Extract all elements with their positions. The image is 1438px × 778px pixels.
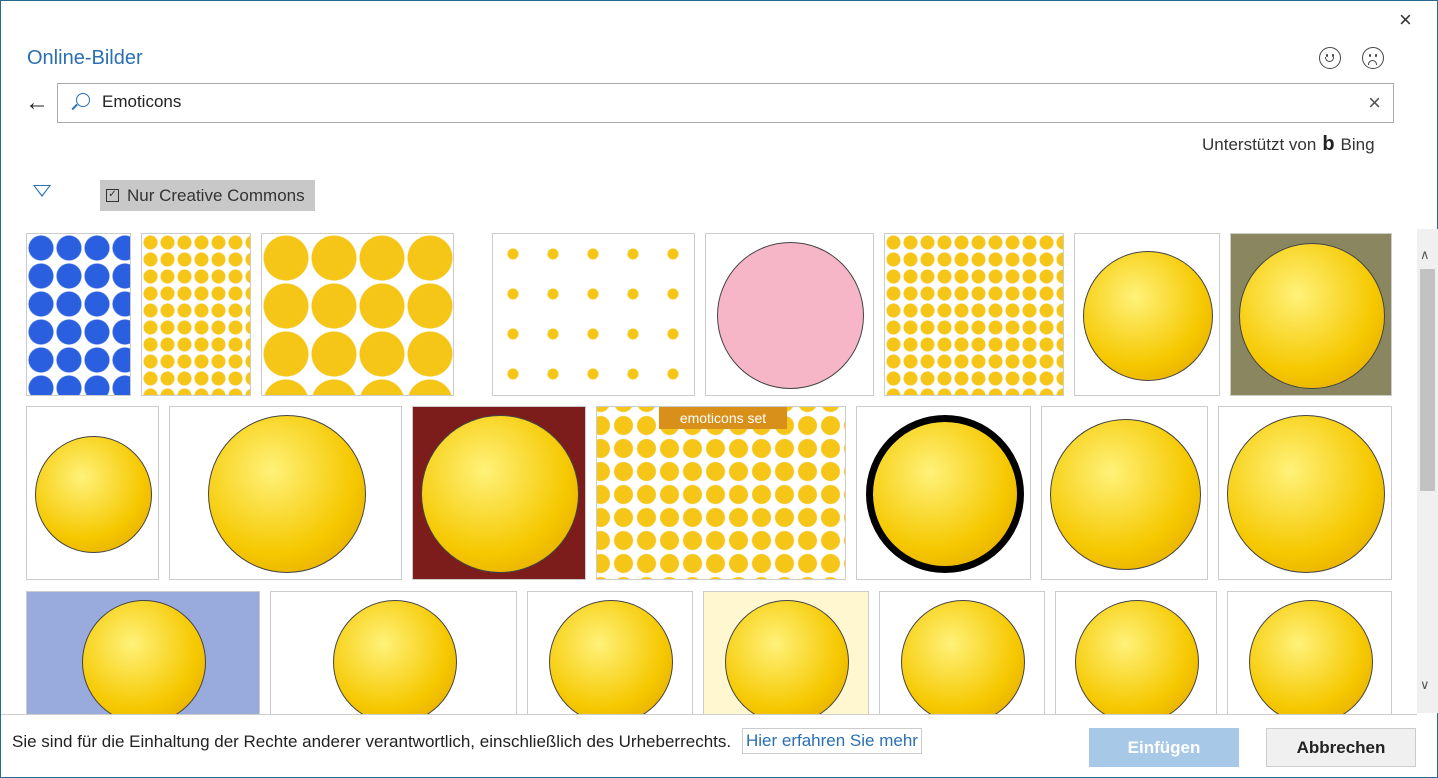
creative-commons-label: Nur Creative Commons	[127, 185, 305, 205]
back-button[interactable]: ←	[25, 89, 49, 117]
image-result[interactable]	[26, 233, 131, 396]
image-result[interactable]	[703, 591, 869, 714]
image-result[interactable]	[270, 591, 517, 714]
emoticon-face-icon	[725, 600, 849, 714]
image-caption: emoticons set	[659, 407, 787, 429]
emoticon-face-icon	[1248, 600, 1373, 714]
filter-icon[interactable]	[33, 185, 51, 197]
frown-feedback-icon[interactable]	[1362, 47, 1384, 69]
emoticon-face-icon	[717, 242, 864, 389]
bing-logo-icon: b	[1322, 133, 1335, 155]
search-input[interactable]	[102, 92, 1302, 112]
clear-search-button[interactable]: ×	[1368, 90, 1381, 116]
scrollbar-thumb[interactable]	[1420, 269, 1435, 491]
learn-more-link[interactable]: Hier erfahren Sie mehr	[742, 728, 922, 754]
search-box: ×	[57, 83, 1394, 123]
emoticon-face-icon	[35, 435, 152, 553]
dialog-title: Online-Bilder	[27, 47, 143, 69]
image-result[interactable]	[527, 591, 693, 714]
emoticon-face-icon	[549, 600, 673, 714]
image-result[interactable]	[705, 233, 874, 396]
image-result[interactable]	[492, 233, 695, 396]
image-results-grid: emoticons set	[1, 227, 1413, 714]
legal-notice: Sie sind für die Einhaltung der Rechte a…	[12, 732, 732, 751]
image-result[interactable]	[1074, 233, 1220, 396]
image-result[interactable]	[141, 233, 251, 396]
emoticon-face-icon	[332, 600, 457, 714]
image-result[interactable]	[169, 406, 402, 580]
emoticon-face-icon	[1050, 418, 1201, 570]
image-result[interactable]	[26, 406, 159, 580]
emoticon-face-icon	[207, 415, 366, 573]
image-result[interactable]	[1055, 591, 1217, 714]
image-result[interactable]	[412, 406, 586, 580]
emoticon-face-icon	[82, 600, 206, 714]
image-result[interactable]	[879, 591, 1045, 714]
emoticon-face-icon	[1075, 600, 1199, 714]
powered-by-bing: Unterstützt von b Bing	[1202, 133, 1375, 156]
creative-commons-checkbox[interactable]: ✓ Nur Creative Commons	[100, 180, 315, 211]
close-button[interactable]: ×	[1399, 7, 1412, 33]
emoticon-face-icon	[421, 415, 579, 573]
image-result[interactable]	[884, 233, 1064, 396]
checkbox-icon: ✓	[106, 189, 119, 202]
image-result[interactable]	[856, 406, 1031, 580]
image-result[interactable]	[26, 591, 260, 714]
scroll-down-icon[interactable]: ∨	[1420, 677, 1430, 693]
scroll-up-icon[interactable]: ∧	[1420, 247, 1430, 263]
smiley-feedback-icon[interactable]	[1319, 47, 1341, 69]
scrollbar[interactable]: ∧ ∨	[1417, 229, 1438, 713]
bing-label: Bing	[1340, 134, 1375, 154]
cancel-button[interactable]: Abbrechen	[1266, 728, 1416, 767]
search-icon	[76, 93, 90, 107]
image-result[interactable]	[1041, 406, 1208, 580]
image-result[interactable]	[1227, 591, 1392, 714]
footer-divider	[1, 714, 1417, 715]
emoticon-face-icon	[865, 415, 1024, 573]
emoticon-face-icon	[1239, 242, 1385, 389]
insert-button[interactable]: Einfügen	[1089, 728, 1239, 767]
image-result[interactable]	[261, 233, 454, 396]
emoticon-face-icon	[1083, 250, 1213, 381]
image-result[interactable]	[1218, 406, 1392, 580]
emoticon-face-icon	[901, 600, 1025, 714]
image-result[interactable]	[1230, 233, 1392, 396]
powered-by-text: Unterstützt von	[1202, 134, 1317, 154]
emoticon-face-icon	[1227, 415, 1385, 573]
image-result[interactable]: emoticons set	[596, 406, 846, 580]
